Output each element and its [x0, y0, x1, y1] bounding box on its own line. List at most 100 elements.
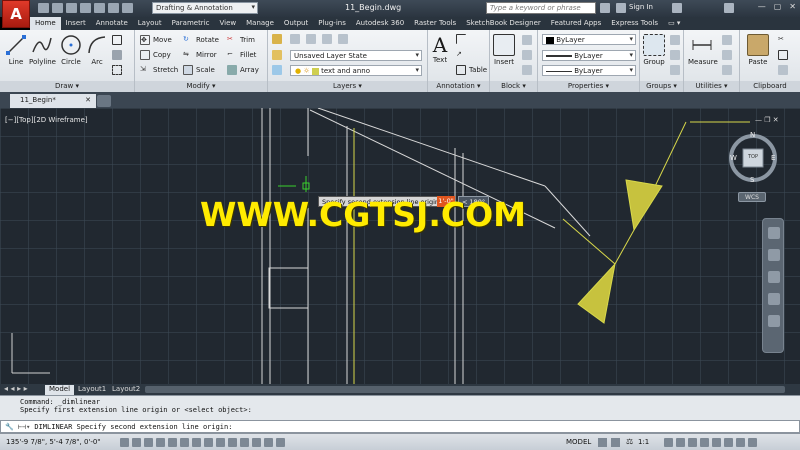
- viewcube-south[interactable]: S: [750, 176, 754, 184]
- tab-layout[interactable]: Layout: [133, 17, 167, 30]
- layer-off-icon[interactable]: [272, 50, 282, 60]
- mirror-button[interactable]: ⇋ Mirror: [183, 50, 217, 60]
- panel-title-block[interactable]: Block ▾: [490, 81, 537, 92]
- tab-output[interactable]: Output: [279, 17, 313, 30]
- tab-featured-apps[interactable]: Featured Apps: [546, 17, 606, 30]
- new-icon[interactable]: [38, 3, 49, 13]
- group-select-icon[interactable]: [670, 65, 680, 75]
- save-as-icon[interactable]: [80, 3, 91, 13]
- sign-in-button[interactable]: Sign In: [629, 3, 653, 11]
- user-icon[interactable]: [616, 3, 626, 13]
- array-button[interactable]: Array: [227, 65, 259, 75]
- calculator-icon[interactable]: [722, 50, 732, 60]
- quick-select-icon[interactable]: [722, 35, 732, 45]
- tab-view[interactable]: View: [214, 17, 241, 30]
- annotation-visibility-icon[interactable]: [664, 438, 673, 447]
- open-icon[interactable]: [52, 3, 63, 13]
- tab-plug-ins[interactable]: Plug-ins: [313, 17, 351, 30]
- layer-state-dropdown[interactable]: Unsaved Layer State: [290, 50, 422, 61]
- close-tab-icon[interactable]: ✕: [85, 96, 91, 104]
- viewcube-west[interactable]: W: [730, 154, 737, 162]
- scroll-left-icon[interactable]: ◂ ◂ ▸ ▸: [4, 384, 28, 393]
- layer-previous-icon[interactable]: [322, 34, 332, 44]
- transparency-icon[interactable]: [252, 438, 261, 447]
- fillet-button[interactable]: ⌐ Fillet: [227, 50, 256, 60]
- table-button[interactable]: Table: [456, 65, 487, 75]
- workspace-dropdown[interactable]: Drafting & Annotation: [152, 2, 258, 14]
- help-icon[interactable]: [724, 3, 734, 13]
- grid-icon[interactable]: [144, 438, 153, 447]
- document-tab[interactable]: 11_Begin* ✕: [10, 94, 96, 108]
- text-button[interactable]: A Text: [429, 34, 451, 64]
- circle-button[interactable]: Circle: [60, 34, 82, 66]
- layer-match-icon[interactable]: [306, 34, 316, 44]
- tab-layout1[interactable]: Layout1: [74, 385, 110, 395]
- search-input[interactable]: Type a keyword or phrase: [486, 2, 596, 14]
- layer-freeze-icon[interactable]: [272, 65, 282, 75]
- tab-layout2[interactable]: Layout2: [108, 385, 144, 395]
- application-menu-button[interactable]: A: [2, 0, 30, 28]
- orbit-icon[interactable]: [768, 293, 780, 305]
- polar-icon[interactable]: [168, 438, 177, 447]
- trim-button[interactable]: ✂ Trim: [227, 35, 255, 45]
- region-icon[interactable]: [112, 65, 122, 75]
- rectangle-icon[interactable]: [112, 35, 122, 45]
- viewport-controls-label[interactable]: [−][Top][2D Wireframe]: [5, 116, 88, 124]
- ungroup-icon[interactable]: [670, 35, 680, 45]
- wrench-icon[interactable]: 🔧: [5, 423, 14, 431]
- lineweight-toggle-icon[interactable]: [240, 438, 249, 447]
- infer-constraints-icon[interactable]: [120, 438, 129, 447]
- ducs-icon[interactable]: [216, 438, 225, 447]
- workspace-switch-icon[interactable]: [688, 438, 697, 447]
- line-button[interactable]: Line: [5, 34, 27, 66]
- hatch-icon[interactable]: [112, 50, 122, 60]
- showmotion-icon[interactable]: [768, 315, 780, 327]
- cut-icon[interactable]: ✂: [778, 35, 788, 45]
- redo-icon[interactable]: [122, 3, 133, 13]
- 3d-osnap-icon[interactable]: [192, 438, 201, 447]
- pan-icon[interactable]: [768, 249, 780, 261]
- hardware-acceleration-icon[interactable]: [712, 438, 721, 447]
- close-icon[interactable]: ✕: [789, 2, 796, 11]
- measure-button[interactable]: Measure: [688, 34, 718, 66]
- annotation-scale[interactable]: 1:1: [638, 438, 649, 446]
- binoculars-icon[interactable]: [600, 3, 610, 13]
- stretch-button[interactable]: ⇲ Stretch: [140, 65, 178, 75]
- otrack-icon[interactable]: [204, 438, 213, 447]
- dimension-icon[interactable]: [456, 34, 466, 44]
- panel-title-layers[interactable]: Layers ▾: [268, 81, 427, 92]
- isolate-objects-icon[interactable]: [724, 438, 733, 447]
- group-edit-icon[interactable]: [670, 50, 680, 60]
- maximize-icon[interactable]: ▢: [774, 2, 782, 11]
- viewcube-north[interactable]: N: [750, 131, 755, 139]
- current-layer-dropdown[interactable]: ● ☼ text and anno: [290, 65, 422, 76]
- ribbon-options-icon[interactable]: ▭ ▾: [663, 17, 685, 30]
- id-point-icon[interactable]: [722, 65, 732, 75]
- lineweight-dropdown[interactable]: ByLayer: [542, 50, 636, 61]
- ortho-icon[interactable]: [156, 438, 165, 447]
- selection-cycling-icon[interactable]: [276, 438, 285, 447]
- panel-title-clipboard[interactable]: Clipboard: [740, 81, 800, 92]
- layer-properties-icon[interactable]: [272, 34, 282, 44]
- tab-annotate[interactable]: Annotate: [91, 17, 133, 30]
- save-icon[interactable]: [66, 3, 77, 13]
- status-menu-icon[interactable]: [736, 438, 745, 447]
- quick-properties-icon[interactable]: [264, 438, 273, 447]
- panel-title-utilities[interactable]: Utilities ▾: [684, 81, 739, 92]
- viewport-close-icon[interactable]: ✕: [773, 116, 779, 124]
- layer-tools-icon[interactable]: [290, 34, 300, 44]
- viewcube-top-label[interactable]: TOP: [744, 154, 762, 160]
- wcs-button[interactable]: WCS: [738, 192, 766, 202]
- tab-autodesk-360[interactable]: Autodesk 360: [351, 17, 409, 30]
- layer-isolate-icon[interactable]: [338, 34, 348, 44]
- tab-manage[interactable]: Manage: [241, 17, 279, 30]
- color-dropdown[interactable]: ByLayer: [542, 34, 636, 45]
- auto-scale-icon[interactable]: [676, 438, 685, 447]
- viewport-minimize-icon[interactable]: —: [755, 116, 762, 124]
- tab-sketchbook-designer[interactable]: SketchBook Designer: [461, 17, 546, 30]
- insert-button[interactable]: Insert: [492, 34, 516, 66]
- undo-icon[interactable]: [108, 3, 119, 13]
- lock-icon[interactable]: [700, 438, 709, 447]
- move-button[interactable]: ✥ Move: [140, 35, 172, 45]
- tab-insert[interactable]: Insert: [61, 17, 91, 30]
